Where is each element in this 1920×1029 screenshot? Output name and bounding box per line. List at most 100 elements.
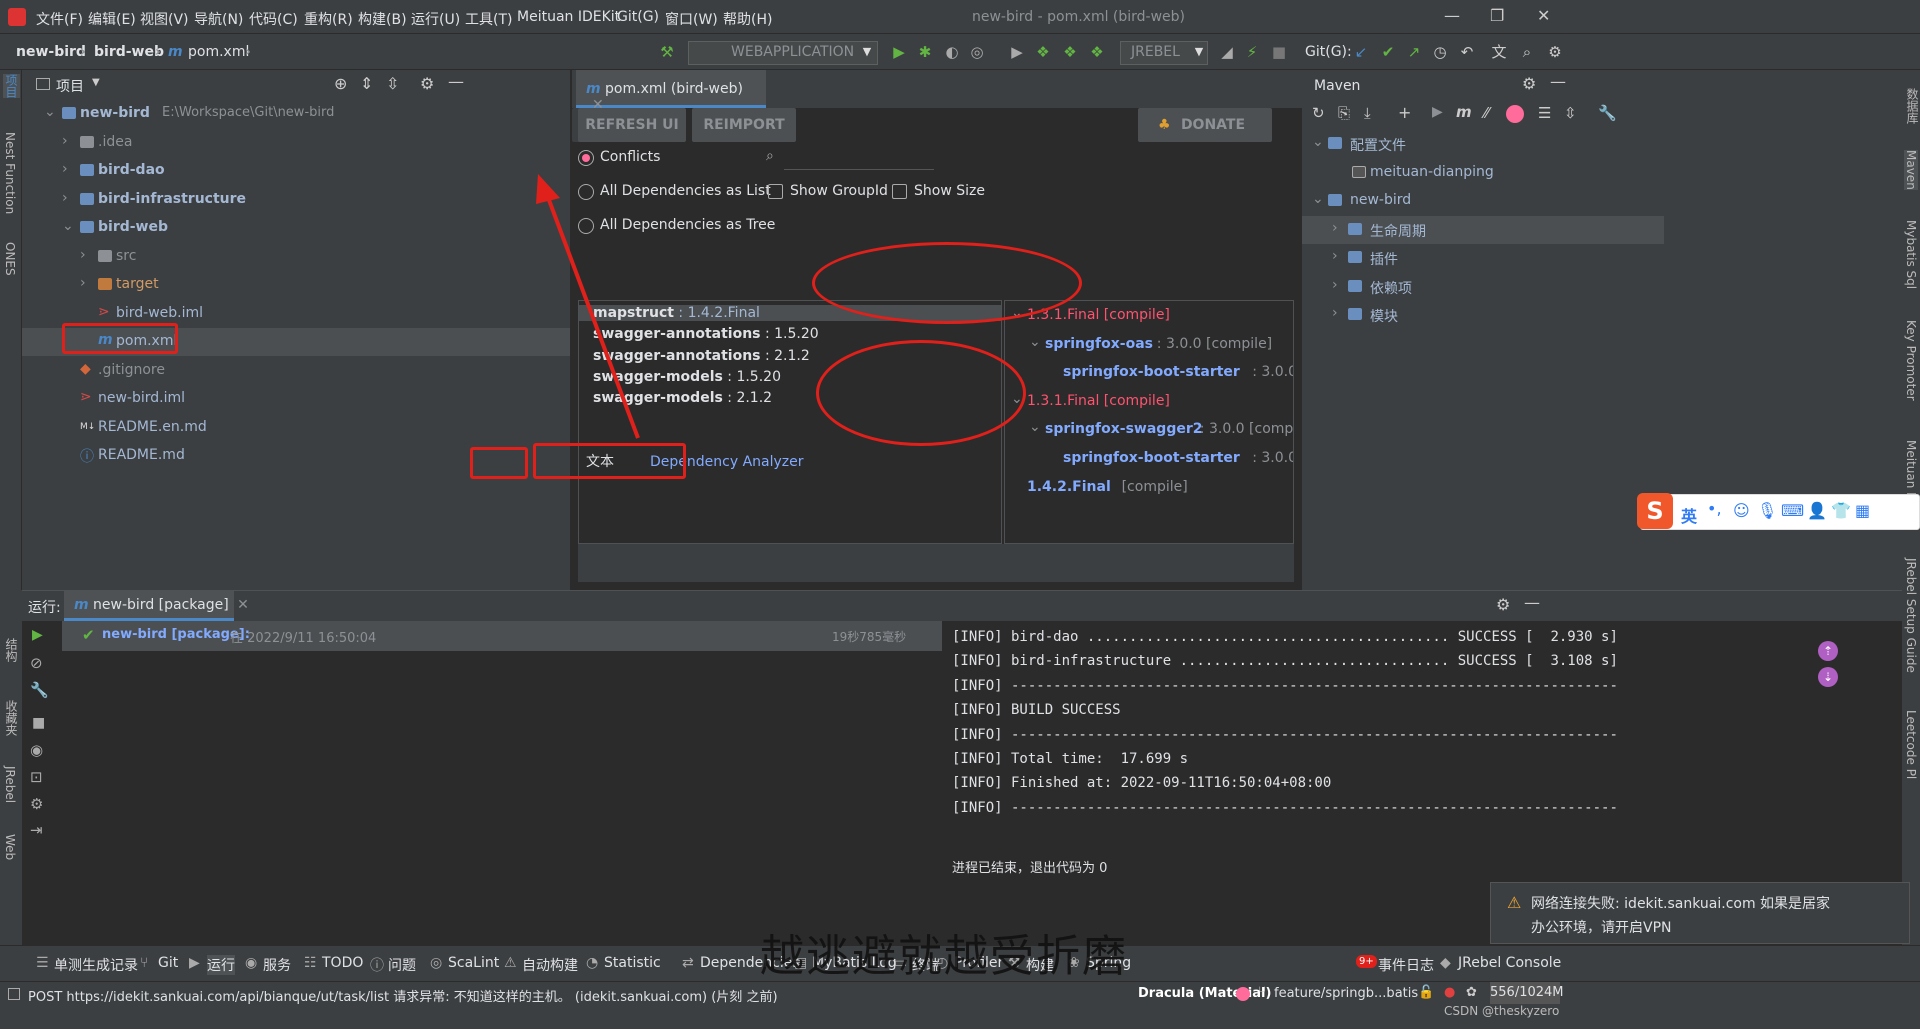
close-icon[interactable]: ✕ [1537, 6, 1550, 25]
dependency-node[interactable]: springfox-swagger2 [1045, 421, 1203, 437]
hide-icon[interactable]: — [1524, 593, 1540, 612]
dependency-node[interactable]: 1.3.1.Final [compile] [1027, 393, 1170, 409]
expand-all-icon[interactable]: ⇕ [360, 74, 373, 93]
menu-run[interactable]: 运行(U) [411, 9, 460, 29]
network-error-notification[interactable]: ⚠ 网络连接失败: idekit.sankuai.com 如果是居家 办公环境，… [1490, 882, 1910, 944]
chevron-icon[interactable]: › [62, 133, 68, 149]
breadcrumb-project[interactable]: new-bird [16, 44, 86, 60]
toggle-offline-icon[interactable]: ⁄⁄ [1484, 104, 1489, 122]
menu-refactor[interactable]: 重构(R) [304, 9, 353, 29]
maven-item-3[interactable]: › 生命周期 [1302, 215, 1664, 244]
run-config-select[interactable]: WEBAPPLICATION [688, 41, 878, 65]
coverage-icon[interactable]: ◐ [943, 43, 961, 61]
gear-icon[interactable]: ⚙ [1522, 74, 1536, 93]
hide-icon[interactable]: — [448, 72, 464, 91]
dependency-node[interactable]: springfox-oas [1045, 336, 1153, 352]
lock-icon[interactable]: 🔓 [1418, 985, 1434, 1000]
reload-icon[interactable]: ↻ [1312, 104, 1325, 122]
toolwindow-tab[interactable]: 事件日志 [1378, 955, 1434, 975]
show-groupid-checkbox[interactable] [768, 184, 783, 199]
eye-icon[interactable]: ◉ [30, 741, 43, 759]
tree-item--gitignore[interactable]: ◆ .gitignore [22, 357, 570, 385]
debug-icon[interactable]: ✱ [916, 43, 934, 61]
refresh-ui-button[interactable]: REFRESH UI [578, 108, 686, 142]
checkbox-icon[interactable] [1352, 165, 1366, 178]
tool-nest-function-tab[interactable]: Nest Function [3, 132, 17, 214]
tree-item-target[interactable]: › target [22, 271, 570, 299]
tool-ones-tab[interactable]: ONES [3, 242, 17, 276]
memory-indicator[interactable]: 556/1024M [1490, 982, 1564, 1004]
chevron-icon[interactable]: ⌄ [1312, 191, 1324, 207]
chevron-icon[interactable]: › [80, 247, 86, 263]
login-icon[interactable]: ⇥ [30, 821, 43, 839]
menu-file[interactable]: 文件(F) [36, 9, 83, 29]
user-icon[interactable]: 👤 [1807, 501, 1827, 520]
scroll-up-icon[interactable]: ⇡ [1818, 641, 1838, 661]
tree-item-src[interactable]: › src [22, 243, 570, 271]
toolwindow-tab[interactable]: 运行 [207, 955, 235, 975]
menu-help[interactable]: 帮助(H) [723, 9, 772, 29]
grid-icon[interactable]: ▦ [1855, 501, 1870, 520]
tool-favorites-tab[interactable]: 收藏夹 [3, 700, 20, 736]
tree-item-bird-infrastructure[interactable]: › bird-infrastructure [22, 186, 570, 214]
gear-icon[interactable]: ⚙ [1496, 595, 1510, 614]
maven-item-0[interactable]: ⌄ 配置文件 [1302, 130, 1664, 158]
tool-key-promoter-tab[interactable]: Key Promoter [1904, 320, 1918, 401]
show-dependencies-icon[interactable]: ☰ [1538, 104, 1551, 122]
menu-view[interactable]: 视图(V) [140, 9, 189, 29]
tree-item-bird-web[interactable]: ⌄ bird-web [22, 214, 570, 242]
reimport-button[interactable]: REIMPORT [692, 108, 796, 142]
toolwindow-tab[interactable]: 服务 [263, 955, 291, 975]
rerun-icon[interactable]: ▶ [32, 627, 43, 643]
project-title[interactable]: 项目 [56, 76, 84, 96]
ime-language[interactable]: 英 [1681, 503, 1697, 527]
cancel-icon[interactable]: ⊘ [30, 654, 43, 672]
rollback-icon[interactable]: ↶ [1458, 43, 1476, 61]
toolwindow-tab[interactable]: 单测生成记录 [54, 955, 138, 975]
tool-project-tab[interactable]: 项目 [3, 74, 20, 98]
keyboard-icon[interactable]: ⌨ [1781, 501, 1804, 520]
menu-build[interactable]: 构建(B) [358, 9, 407, 29]
locate-icon[interactable]: ⊕ [334, 74, 347, 93]
jrebel-debug-icon[interactable]: ❖ [1061, 43, 1079, 61]
jrebel-sync-icon[interactable]: ⚡ [1243, 43, 1261, 61]
hide-icon[interactable]: — [1550, 72, 1566, 91]
toolwindow-tab[interactable]: 问题 [388, 955, 416, 975]
maven-item-5[interactable]: › 依赖项 [1302, 273, 1664, 301]
maximize-icon[interactable]: ❐ [1490, 6, 1504, 25]
tool-jrebel-tab[interactable]: JRebel [3, 766, 17, 803]
jrebel-panel-icon[interactable]: ◢ [1218, 43, 1236, 61]
minimize-icon[interactable]: — [1444, 6, 1460, 25]
jrebel-run-icon[interactable]: ❖ [1034, 43, 1052, 61]
add-icon[interactable]: + [1398, 103, 1411, 122]
git-branch[interactable]: feature/springb...batis [1274, 986, 1418, 1001]
maven-item-4[interactable]: › 插件 [1302, 244, 1664, 272]
tool-jrebel-guide-tab[interactable]: JRebel Setup Guide [1904, 558, 1918, 673]
maven-item-2[interactable]: ⌄ new-bird [1302, 187, 1664, 215]
chevron-icon[interactable]: › [62, 161, 68, 177]
toolwindow-tab[interactable]: 自动构建 [522, 955, 578, 975]
search-icon[interactable]: ⌕ [1518, 43, 1536, 61]
run-entry[interactable]: ✔ new-bird [package]: 在 2022/9/11 16:50:… [62, 621, 942, 651]
git-commit-icon[interactable]: ✔ [1379, 43, 1397, 61]
status-message[interactable]: POST https://idekit.sankuai.com/api/bian… [28, 986, 778, 1005]
dependency-node[interactable]: springfox-boot-starter [1063, 450, 1240, 466]
wrench-icon[interactable]: 🔧 [30, 681, 49, 699]
chevron-icon[interactable]: › [1332, 305, 1338, 321]
paw-icon[interactable]: ✿ [1466, 985, 1477, 1000]
tool-maven-tab[interactable]: Maven [1904, 150, 1918, 190]
chevron-icon[interactable]: ⌄ [1312, 134, 1324, 150]
history-icon[interactable]: ◷ [1431, 43, 1449, 61]
camera-icon[interactable]: ⊡ [30, 768, 43, 786]
chevron-icon[interactable]: › [1332, 248, 1338, 264]
skip-tests-icon[interactable] [1506, 105, 1524, 123]
toolwindow-tab[interactable]: Git [158, 955, 178, 971]
chevron-icon[interactable]: › [62, 190, 68, 206]
toolwindow-tab[interactable]: ScaLint [448, 955, 499, 971]
maven-item-1[interactable]: meituan-dianping [1302, 159, 1664, 187]
menu-idekit[interactable]: Meituan IDEKit [517, 9, 620, 25]
git-update-icon[interactable]: ↙ [1352, 43, 1370, 61]
menu-code[interactable]: 代码(C) [249, 9, 298, 29]
punctuation-icon[interactable]: •, [1707, 499, 1722, 518]
chevron-icon[interactable]: › [1332, 277, 1338, 293]
